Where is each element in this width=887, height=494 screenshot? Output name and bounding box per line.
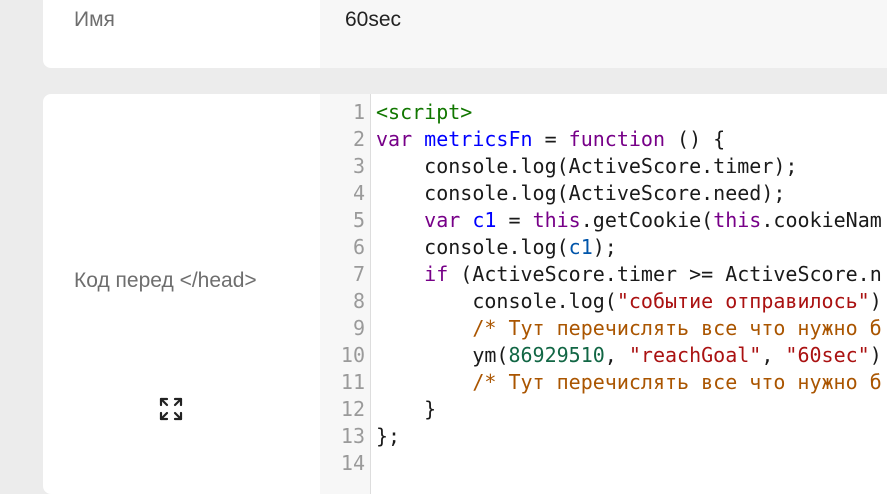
code-token: };: [376, 424, 401, 448]
code-token: c1: [472, 208, 497, 232]
line-number: 3: [352, 154, 365, 178]
code-token: ,: [604, 343, 629, 367]
code-token: "событие отправилось": [616, 289, 870, 313]
code-token: 86929510: [508, 343, 605, 367]
code-token: =: [496, 208, 533, 232]
code-line[interactable]: console.log(ActiveScore.timer);: [376, 153, 797, 180]
code-token: .cookieNam: [761, 208, 882, 232]
code-token: () {: [665, 127, 726, 151]
line-number: 11: [340, 370, 365, 394]
line-number: 2: [352, 127, 365, 151]
code-token: =: [532, 127, 569, 151]
code-token: var: [424, 208, 461, 232]
code-token: if: [424, 262, 449, 286]
line-number: 4: [352, 181, 365, 205]
code-token: console.log(: [376, 235, 569, 259]
code-token: ym(: [376, 343, 509, 367]
line-number: 9: [352, 316, 365, 340]
code-line[interactable]: console.log(ActiveScore.need);: [376, 180, 785, 207]
code-token: /* Тут перечислять все что нужно б: [472, 316, 882, 340]
line-number-gutter: 1 2 3 4 5 6 7 8 9 10 11 12 13 14: [320, 94, 371, 494]
code-token: c1: [568, 235, 593, 259]
line-number: 10: [340, 343, 365, 367]
code-token: this: [532, 208, 581, 232]
code-line[interactable]: /* Тут перечислять все что нужно б: [376, 315, 882, 342]
line-number: 13: [340, 424, 365, 448]
code-token: console.log(ActiveScore.need);: [376, 181, 786, 205]
code-token: }: [376, 397, 437, 421]
name-label: Имя: [74, 8, 115, 31]
code-line[interactable]: if (ActiveScore.timer >= ActiveScore.n: [376, 261, 882, 288]
code-token: "60sec": [785, 343, 870, 367]
code-token: metricsFn: [424, 127, 533, 151]
code-editor[interactable]: 1 2 3 4 5 6 7 8 9 10 11 12 13 14 <script> var metricsF…: [320, 94, 887, 494]
line-number: 7: [352, 262, 365, 286]
code-token: ): [869, 343, 882, 367]
code-token: function: [568, 127, 665, 151]
head-code-field-card: Код перед </head> 1 2 3 4 5 6 7 8 9 10 11 12 13 14 <s…: [43, 94, 887, 494]
code-editor-field[interactable]: 1 2 3 4 5 6 7 8 9 10 11 12 13 14 <script> var metricsF…: [320, 94, 887, 494]
code-token: );: [592, 235, 617, 259]
expand-icon[interactable]: [157, 395, 185, 423]
name-label-column: Имя: [43, 0, 320, 68]
head-code-label-column: Код перед </head>: [43, 94, 320, 494]
line-number: 8: [352, 289, 365, 313]
name-value[interactable]: 60sec: [345, 8, 401, 32]
line-number: 14: [340, 451, 365, 475]
code-line[interactable]: /* Тут перечислять все что нужно б: [376, 369, 882, 396]
code-token: ): [869, 289, 882, 313]
name-value-field[interactable]: 60sec: [320, 0, 887, 68]
line-number: 6: [352, 235, 365, 259]
code-token: var: [376, 127, 413, 151]
code-line[interactable]: ym(86929510, "reachGoal", "60sec"): [376, 342, 882, 369]
code-line[interactable]: var metricsFn = function () {: [376, 126, 725, 153]
code-token: console.log(ActiveScore.timer);: [376, 154, 798, 178]
name-field-card: Имя 60sec: [43, 0, 887, 68]
code-token: .getCookie(: [580, 208, 714, 232]
code-token: ,: [761, 343, 786, 367]
code-line[interactable]: }: [376, 396, 436, 423]
code-token: (ActiveScore.timer >= ActiveScore.n: [448, 262, 882, 286]
line-number: 5: [352, 208, 365, 232]
code-token: <script>: [376, 100, 473, 124]
code-line[interactable]: console.log(c1);: [376, 234, 617, 261]
code-line[interactable]: <script>: [376, 99, 472, 126]
code-token: console.log(: [376, 289, 617, 313]
code-token: this: [713, 208, 762, 232]
code-line[interactable]: var c1 = this.getCookie(this.cookieNam: [376, 207, 882, 234]
code-line[interactable]: console.log("событие отправилось"): [376, 288, 882, 315]
line-number: 1: [352, 100, 365, 124]
line-number: 12: [340, 397, 365, 421]
code-token: /* Тут перечислять все что нужно б: [472, 370, 882, 394]
code-token: "reachGoal": [628, 343, 762, 367]
code-line[interactable]: };: [376, 423, 400, 450]
head-code-label: Код перед </head>: [74, 269, 257, 292]
